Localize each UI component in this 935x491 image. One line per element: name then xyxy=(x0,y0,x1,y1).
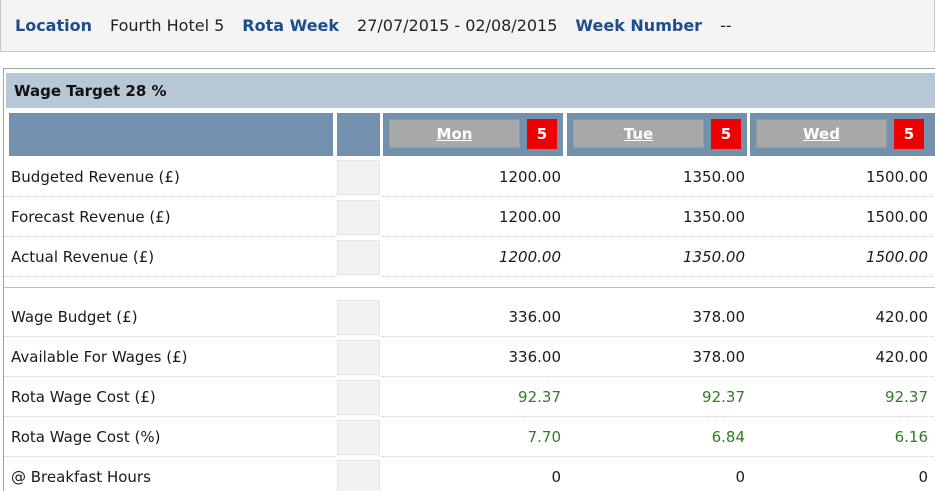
row-divider xyxy=(382,276,935,277)
wage-summary-panel: Wage Target 28 % Mon 5 Tue 5 Wed 5 Budge… xyxy=(3,68,935,491)
location-value: Fourth Hotel 5 xyxy=(109,16,225,35)
value-tue: 378.00 xyxy=(692,348,746,366)
section-separator xyxy=(4,287,935,288)
spacer-column-header xyxy=(337,113,380,156)
row-label: @ Breakfast Hours xyxy=(11,468,151,486)
value-wed: 1500.00 xyxy=(865,208,928,226)
row-spacer-cell xyxy=(337,380,380,415)
day-button-mon[interactable]: Mon xyxy=(389,119,520,148)
day-button-tue[interactable]: Tue xyxy=(573,119,704,148)
value-wed: 1500.00 xyxy=(865,168,928,186)
table-row-rota-wage-cost-percent: Rota Wage Cost (%) 7.70 6.84 6.16 xyxy=(4,417,935,457)
value-tue: 378.00 xyxy=(692,308,746,326)
row-label: Rota Wage Cost (£) xyxy=(11,388,156,406)
value-mon: 336.00 xyxy=(508,308,562,326)
value-tue: 0 xyxy=(735,468,745,486)
day-count-badge-mon: 5 xyxy=(527,119,557,149)
row-label: Actual Revenue (£) xyxy=(11,248,155,266)
day-button-wed[interactable]: Wed xyxy=(756,119,887,148)
value-mon: 0 xyxy=(551,468,561,486)
row-spacer-cell xyxy=(337,340,380,375)
value-mon: 1200.00 xyxy=(498,168,561,186)
day-header-tue: Tue 5 xyxy=(567,113,747,156)
row-spacer-cell xyxy=(337,460,380,491)
row-divider xyxy=(4,276,336,277)
row-label: Wage Budget (£) xyxy=(11,308,138,326)
value-tue: 1350.00 xyxy=(682,168,745,186)
value-wed: 420.00 xyxy=(875,348,929,366)
value-wed: 420.00 xyxy=(875,308,929,326)
value-mon: 1200.00 xyxy=(498,248,561,266)
row-label: Budgeted Revenue (£) xyxy=(11,168,180,186)
rota-info-bar: Location Fourth Hotel 5 Rota Week 27/07/… xyxy=(0,0,935,52)
value-tue: 6.84 xyxy=(711,428,745,446)
value-wed: 1500.00 xyxy=(865,248,928,266)
value-tue: 92.37 xyxy=(702,388,745,406)
value-wed: 0 xyxy=(918,468,928,486)
rota-week-label: Rota Week xyxy=(242,16,340,35)
value-wed: 92.37 xyxy=(885,388,928,406)
table-row-actual-revenue: Actual Revenue (£) 1200.00 1350.00 1500.… xyxy=(4,237,935,277)
row-spacer-cell xyxy=(337,160,380,195)
value-tue: 1350.00 xyxy=(682,248,745,266)
row-spacer-cell xyxy=(337,240,380,275)
row-label: Forecast Revenue (£) xyxy=(11,208,171,226)
table-row-available-for-wages: Available For Wages (£) 336.00 378.00 42… xyxy=(4,337,935,377)
row-spacer-cell xyxy=(337,200,380,235)
value-wed: 6.16 xyxy=(894,428,928,446)
table-row-rota-wage-cost-amount: Rota Wage Cost (£) 92.37 92.37 92.37 xyxy=(4,377,935,417)
value-tue: 1350.00 xyxy=(682,208,745,226)
row-spacer-cell xyxy=(337,300,380,335)
table-row-budgeted-revenue: Budgeted Revenue (£) 1200.00 1350.00 150… xyxy=(4,157,935,197)
row-spacer-cell xyxy=(337,420,380,455)
wage-target-heading: Wage Target 28 % xyxy=(6,73,935,108)
table-row-wage-budget: Wage Budget (£) 336.00 378.00 420.00 xyxy=(4,297,935,337)
week-number-label: Week Number xyxy=(575,16,703,35)
rota-week-value: 27/07/2015 - 02/08/2015 xyxy=(357,16,558,35)
day-count-badge-tue: 5 xyxy=(711,119,741,149)
day-count-badge-wed: 5 xyxy=(894,119,924,149)
day-header-mon: Mon 5 xyxy=(383,113,563,156)
day-header-wed: Wed 5 xyxy=(750,113,935,156)
value-mon: 336.00 xyxy=(508,348,562,366)
value-mon: 1200.00 xyxy=(498,208,561,226)
row-label: Rota Wage Cost (%) xyxy=(11,428,161,446)
label-column-header xyxy=(9,113,333,156)
week-number-value: -- xyxy=(720,16,732,35)
row-label: Available For Wages (£) xyxy=(11,348,188,366)
value-mon: 7.70 xyxy=(527,428,561,446)
value-mon: 92.37 xyxy=(518,388,561,406)
table-row-forecast-revenue: Forecast Revenue (£) 1200.00 1350.00 150… xyxy=(4,197,935,237)
table-row-breakfast-hours: @ Breakfast Hours 0 0 0 xyxy=(4,457,935,491)
location-label: Location xyxy=(15,16,92,35)
